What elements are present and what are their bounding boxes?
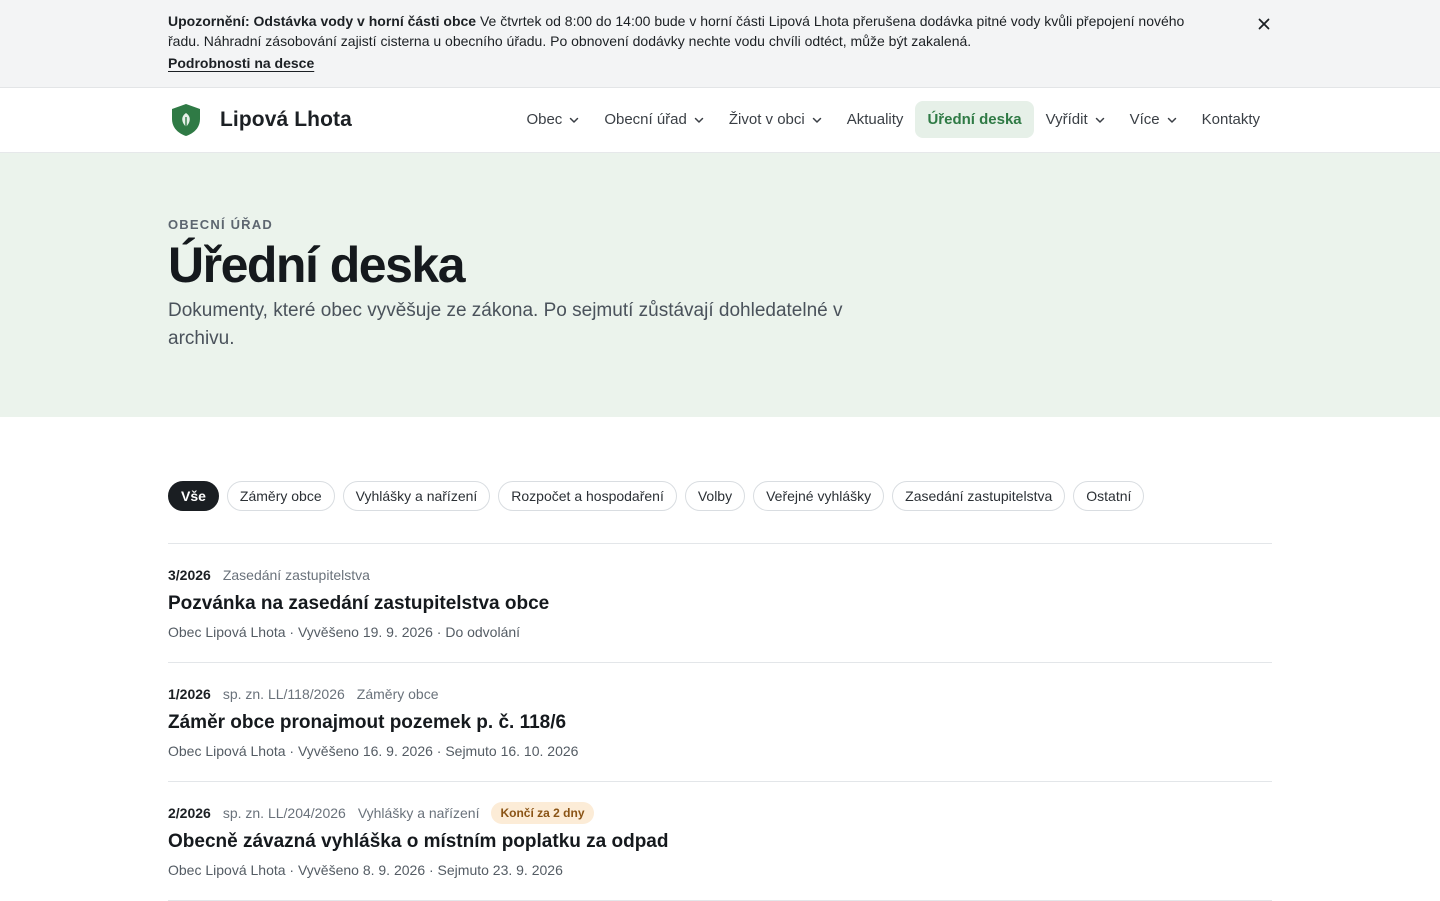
document-item[interactable]: 3/2026 Zasedání zastupitelstva Pozvánka … bbox=[168, 544, 1272, 663]
document-meta: 3/2026 Zasedání zastupitelstva bbox=[168, 564, 1272, 586]
filter-chip-zasedani[interactable]: Zasedání zastupitelstva bbox=[892, 481, 1066, 511]
main-nav: Obec Obecní úřad Život v obci Aktuality … bbox=[514, 101, 1272, 138]
status-badge: Končí za 2 dny bbox=[491, 802, 594, 824]
nav-item-kontakty[interactable]: Kontakty bbox=[1190, 101, 1272, 138]
filter-chip-vyhlasky[interactable]: Vyhlášky a nařízení bbox=[342, 481, 491, 511]
document-title[interactable]: Pozvánka na zasedání zastupitelstva obce bbox=[168, 591, 1272, 617]
filter-chip-volby[interactable]: Volby bbox=[684, 481, 746, 511]
document-info: Obec Lipová Lhota · Vyvěšeno 19. 9. 2026… bbox=[168, 624, 521, 640]
alert-banner: Upozornění: Odstávka vody v horní části … bbox=[0, 0, 1440, 88]
chevron-down-icon bbox=[812, 117, 821, 123]
document-number: 2/2026 bbox=[168, 805, 211, 821]
close-button[interactable] bbox=[1252, 12, 1276, 36]
nav-item-uredni-deska[interactable]: Úřední deska bbox=[915, 101, 1034, 138]
document-item[interactable]: 1/2026 sp. zn. LL/118/2026 Záměry obce Z… bbox=[168, 663, 1272, 782]
document-info: Obec Lipová Lhota · Vyvěšeno 8. 9. 2026 … bbox=[168, 862, 563, 878]
document-info: Obec Lipová Lhota · Vyvěšeno 16. 9. 2026… bbox=[168, 743, 579, 759]
nav-label: Život v obci bbox=[728, 111, 805, 128]
nav-item-aktuality[interactable]: Aktuality bbox=[835, 101, 916, 138]
nav-label: Úřední deska bbox=[927, 111, 1022, 128]
document-list: 3/2026 Zasedání zastupitelstva Pozvánka … bbox=[168, 543, 1272, 901]
chevron-down-icon bbox=[570, 117, 579, 123]
nav-item-obec[interactable]: Obec bbox=[514, 101, 592, 138]
document-number: 3/2026 bbox=[168, 567, 211, 583]
nav-item-obecni-urad[interactable]: Obecní úřad bbox=[592, 101, 717, 138]
alert-details-link[interactable]: Podrobnosti na desce bbox=[168, 55, 314, 71]
close-icon bbox=[1258, 18, 1270, 30]
filter-chip-zamery-obce[interactable]: Záměry obce bbox=[226, 481, 335, 511]
nav-item-vice[interactable]: Více bbox=[1118, 101, 1190, 138]
page-description: Dokumenty, které obec vyvěšuje ze zákona… bbox=[168, 300, 843, 349]
filter-chip-rozpocet[interactable]: Rozpočet a hospodaření bbox=[498, 481, 677, 511]
nav-item-zivot-v-obci[interactable]: Život v obci bbox=[717, 101, 835, 138]
page-title: Úřední deska bbox=[168, 237, 466, 293]
brand-name: Lipová Lhota bbox=[220, 108, 352, 131]
shield-leaf-icon bbox=[172, 104, 200, 136]
nav-label: Kontakty bbox=[1201, 111, 1260, 128]
nav-item-vyridit[interactable]: Vyřídit bbox=[1034, 101, 1118, 138]
page-hero: Obecní úřad Úřední deska Dokumenty, kter… bbox=[0, 153, 1440, 417]
document-reference: sp. zn. LL/204/2026 bbox=[222, 805, 346, 821]
filter-chip-ostatni[interactable]: Ostatní bbox=[1073, 481, 1145, 511]
alert-message: Upozornění: Odstávka vody v horní části … bbox=[168, 12, 1208, 51]
document-meta: 1/2026 sp. zn. LL/118/2026 Záměry obce bbox=[168, 683, 1272, 705]
document-title[interactable]: Obecně závazná vyhláška o místním poplat… bbox=[168, 829, 1272, 855]
document-category: Záměry obce bbox=[356, 686, 439, 702]
document-meta: 2/2026 sp. zn. LL/204/2026 Vyhlášky a na… bbox=[168, 802, 1272, 824]
nav-label: Vyřídit bbox=[1045, 111, 1088, 128]
document-reference: sp. zn. LL/118/2026 bbox=[222, 686, 345, 702]
alert-title: Upozornění: Odstávka vody v horní části … bbox=[168, 13, 477, 29]
breadcrumb: Obecní úřad bbox=[168, 217, 273, 232]
site-logo[interactable]: Lipová Lhota bbox=[168, 102, 352, 138]
filter-chip-verejne-vyhlasky[interactable]: Veřejné vyhlášky bbox=[753, 481, 885, 511]
chevron-down-icon bbox=[694, 117, 704, 123]
chevron-down-icon bbox=[1167, 117, 1176, 123]
document-category: Zasedání zastupitelstva bbox=[222, 567, 370, 583]
nav-label: Obecní úřad bbox=[604, 111, 687, 128]
nav-label: Aktuality bbox=[846, 111, 904, 128]
document-category: Vyhlášky a nařízení bbox=[357, 805, 480, 821]
nav-label: Více bbox=[1129, 111, 1160, 128]
nav-label: Obec bbox=[526, 111, 563, 128]
site-header: Lipová Lhota Obec Obecní úřad Život v ob… bbox=[0, 88, 1440, 153]
filter-chip-vse[interactable]: Vše bbox=[168, 481, 219, 511]
category-filters: Vše Záměry obce Vyhlášky a nařízení Rozp… bbox=[168, 481, 1145, 511]
document-item[interactable]: 2/2026 sp. zn. LL/204/2026 Vyhlášky a na… bbox=[168, 782, 1272, 901]
document-title[interactable]: Záměr obce pronajmout pozemek p. č. 118/… bbox=[168, 710, 1272, 736]
chevron-down-icon bbox=[1095, 117, 1104, 123]
document-number: 1/2026 bbox=[168, 686, 211, 702]
